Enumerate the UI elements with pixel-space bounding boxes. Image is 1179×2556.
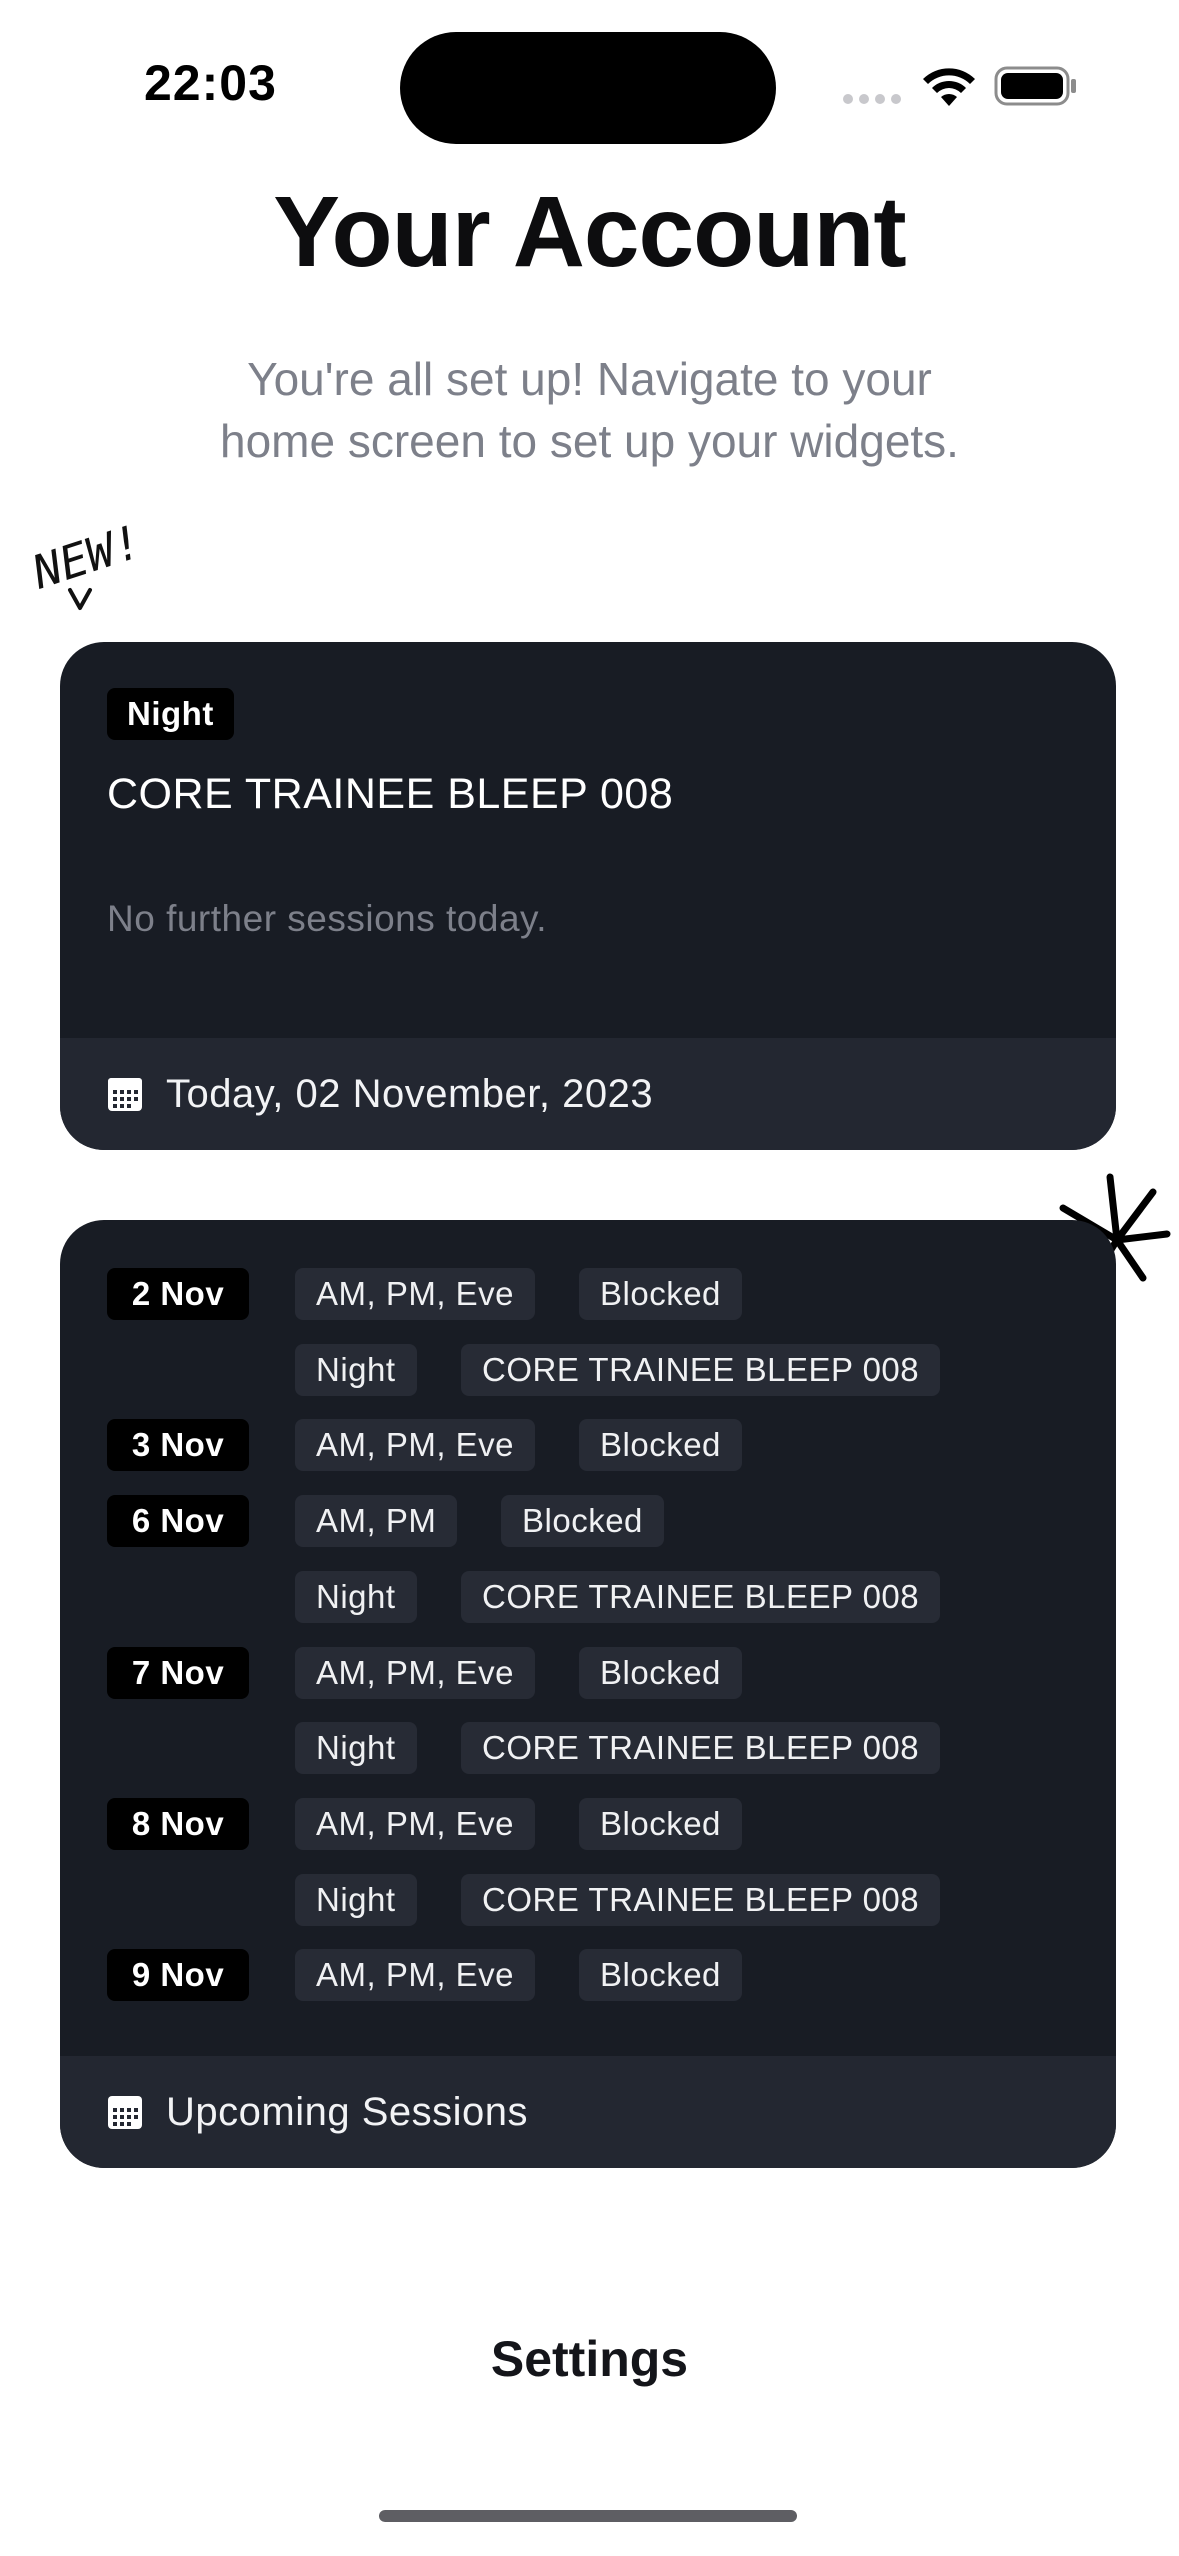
session-date-tag: 2 Nov <box>107 1268 249 1320</box>
session-detail-tag: CORE TRAINEE BLEEP 008 <box>461 1874 941 1926</box>
session-time-tag: AM, PM, Eve <box>295 1949 536 2001</box>
today-date-label: Today, 02 November, 2023 <box>166 1071 654 1116</box>
session-time-tag: Night <box>295 1874 417 1926</box>
page-title: Your Account <box>273 176 906 288</box>
session-date-tag: 8 Nov <box>107 1798 249 1850</box>
battery-icon <box>994 66 1076 106</box>
session-detail-tag: Blocked <box>579 1949 742 2001</box>
upcoming-sessions-label: Upcoming Sessions <box>166 2089 528 2134</box>
calendar-icon <box>108 2096 142 2129</box>
session-detail-tag: Blocked <box>501 1495 664 1547</box>
wifi-icon <box>923 68 975 106</box>
session-date-tag: 3 Nov <box>107 1419 249 1471</box>
dynamic-island <box>400 32 776 144</box>
today-widget-footer: Today, 02 November, 2023 <box>60 1038 1116 1150</box>
session-detail-tag: CORE TRAINEE BLEEP 008 <box>461 1344 941 1396</box>
cellular-signal-icon <box>843 92 903 106</box>
session-detail-tag: Blocked <box>579 1647 742 1699</box>
upcoming-widget-footer: Upcoming Sessions <box>60 2056 1116 2168</box>
subtitle-line-1: You're all set up! Navigate to your <box>247 353 932 405</box>
session-date-tag: 6 Nov <box>107 1495 249 1547</box>
session-time-tag: AM, PM, Eve <box>295 1647 536 1699</box>
session-date-tag: 9 Nov <box>107 1949 249 2001</box>
upcoming-sessions-widget[interactable]: 2 Nov AM, PM, Eve Blocked Night CORE TRAINEE… <box>60 1220 1116 2168</box>
session-detail-tag: CORE TRAINEE BLEEP 008 <box>461 1722 941 1774</box>
session-detail-tag: Blocked <box>579 1798 742 1850</box>
status-bar: 22:03 <box>0 0 1179 150</box>
new-annotation-doodle: NEW! <box>25 514 148 610</box>
session-detail-tag: CORE TRAINEE BLEEP 008 <box>461 1571 941 1623</box>
empty-state-message: No further sessions today. <box>107 898 548 939</box>
session-date-tag: 7 Nov <box>107 1647 249 1699</box>
session-time-tag: AM, PM, Eve <box>295 1798 536 1850</box>
subtitle-line-2: home screen to set up your widgets. <box>220 415 959 467</box>
home-indicator[interactable] <box>379 2510 797 2522</box>
new-annotation-text: NEW! <box>25 514 148 600</box>
shift-badge: Night <box>107 688 234 740</box>
session-detail-tag: Blocked <box>579 1419 742 1471</box>
session-detail-tag: Blocked <box>579 1268 742 1320</box>
session-time-tag: AM, PM, Eve <box>295 1268 536 1320</box>
page-subtitle: You're all set up! Navigate to your home… <box>150 348 1029 472</box>
session-time-tag: Night <box>295 1722 417 1774</box>
settings-button[interactable]: Settings <box>0 2330 1179 2388</box>
session-time-tag: Night <box>295 1344 417 1396</box>
session-time-tag: Night <box>295 1571 417 1623</box>
status-time: 22:03 <box>144 55 277 111</box>
session-time-tag: AM, PM, Eve <box>295 1419 536 1471</box>
session-time-tag: AM, PM <box>295 1495 458 1547</box>
calendar-icon <box>108 1078 142 1111</box>
session-name: CORE TRAINEE BLEEP 008 <box>107 770 674 818</box>
today-session-widget[interactable]: Night CORE TRAINEE BLEEP 008 No further … <box>60 642 1116 1150</box>
